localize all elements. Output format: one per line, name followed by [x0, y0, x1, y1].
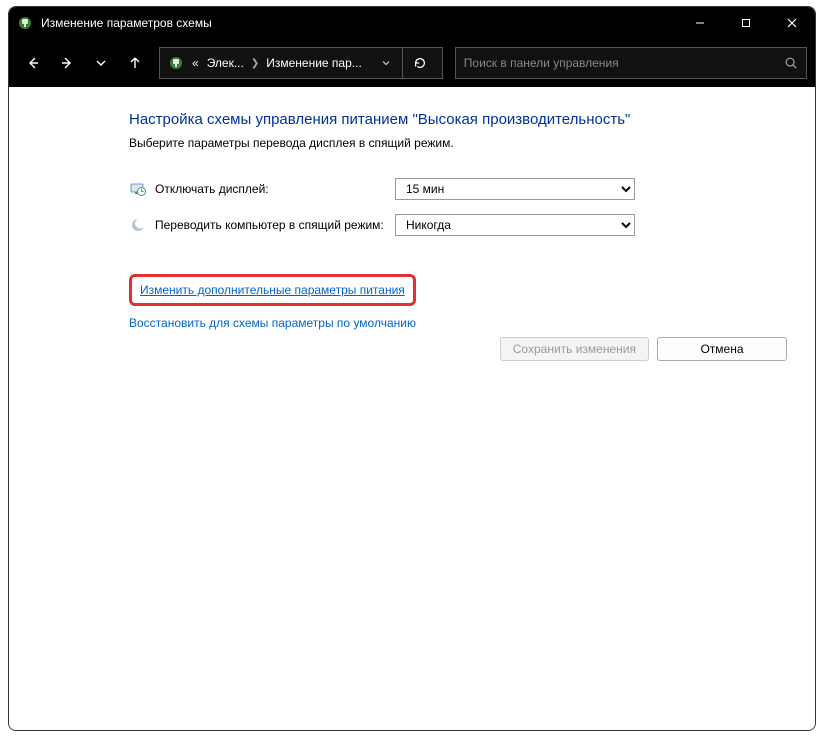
setting-sleep: Переводить компьютер в спящий режим: Ник… — [129, 214, 795, 236]
sleep-select[interactable]: Никогда — [395, 214, 635, 236]
minimize-button[interactable] — [677, 7, 723, 39]
search-icon[interactable] — [784, 56, 798, 70]
breadcrumb-dropdown[interactable] — [374, 58, 398, 68]
forward-button[interactable] — [51, 47, 83, 79]
maximize-button[interactable] — [723, 7, 769, 39]
advanced-settings-link[interactable]: Изменить дополнительные параметры питани… — [129, 274, 416, 306]
up-button[interactable] — [119, 47, 151, 79]
display-off-select[interactable]: 15 мин — [395, 178, 635, 200]
titlebar: Изменение параметров схемы — [9, 7, 815, 39]
breadcrumb-prefix: « — [188, 56, 203, 70]
monitor-timer-icon — [129, 180, 147, 198]
window-title: Изменение параметров схемы — [41, 16, 212, 30]
search-box[interactable] — [455, 47, 807, 79]
breadcrumb-seg-1[interactable]: Элек... — [203, 56, 248, 70]
dialog-buttons: Сохранить изменения Отмена — [500, 337, 787, 361]
page-title: Настройка схемы управления питанием "Выс… — [129, 111, 795, 128]
content-area: Настройка схемы управления питанием "Выс… — [9, 87, 815, 730]
power-plan-icon — [17, 15, 33, 31]
page-subtitle: Выберите параметры перевода дисплея в сп… — [129, 136, 795, 150]
window-controls — [677, 7, 815, 39]
refresh-button[interactable] — [402, 48, 438, 78]
display-off-label: Отключать дисплей: — [155, 182, 395, 196]
cancel-button[interactable]: Отмена — [657, 337, 787, 361]
moon-icon — [129, 216, 147, 234]
app-window: Изменение параметров схемы — [8, 6, 816, 731]
breadcrumb-seg-2[interactable]: Изменение пар... — [262, 56, 366, 70]
sleep-label: Переводить компьютер в спящий режим: — [155, 218, 395, 232]
power-plan-icon — [167, 54, 185, 72]
back-button[interactable] — [17, 47, 49, 79]
breadcrumb[interactable]: « Элек... ❯ Изменение пар... — [159, 47, 443, 79]
setting-display-off: Отключать дисплей: 15 мин — [129, 178, 795, 200]
close-button[interactable] — [769, 7, 815, 39]
navbar: « Элек... ❯ Изменение пар... — [9, 39, 815, 87]
search-input[interactable] — [464, 56, 780, 70]
save-button: Сохранить изменения — [500, 337, 649, 361]
restore-defaults-link[interactable]: Восстановить для схемы параметры по умол… — [129, 316, 795, 330]
recent-dropdown-button[interactable] — [85, 47, 117, 79]
chevron-right-icon: ❯ — [248, 58, 262, 69]
